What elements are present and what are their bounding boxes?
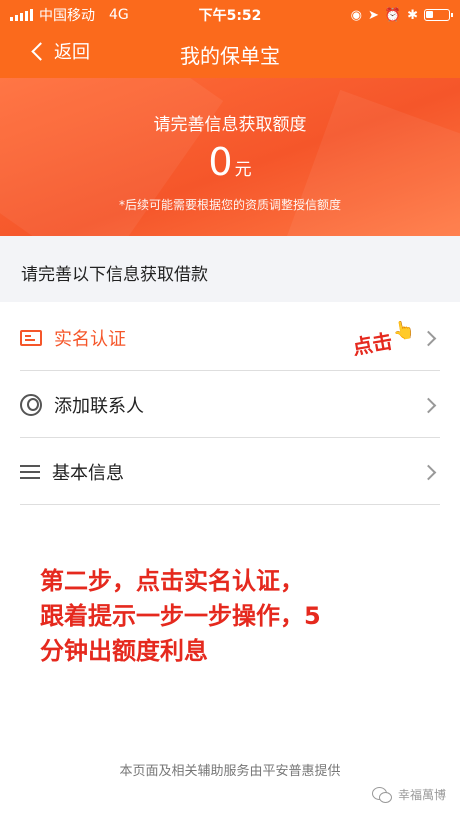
chevron-right-icon <box>420 397 437 413</box>
carrier-label: 中国移动 <box>39 8 95 24</box>
status-right: ◉ ➤ ⏰ ✱ <box>350 7 453 23</box>
pointing-hand-icon: 👆 <box>390 318 417 344</box>
chevron-right-icon <box>420 464 437 480</box>
bluetooth-icon: ✱ <box>407 7 418 23</box>
location-icon: ➤ <box>368 7 379 23</box>
status-bar: 中国移动 4G 下午5:52 ◉ ➤ ⏰ ✱ <box>0 0 460 30</box>
instruction-line: 跟着提示一步一步操作，5 <box>40 602 321 630</box>
alarm-icon: ⏰ <box>384 7 402 23</box>
id-card-icon <box>20 330 42 346</box>
list-item-basic-info[interactable]: 基本信息 <box>0 439 460 505</box>
instruction-line: 第二步，点击实名认证， <box>40 567 304 595</box>
signal-icon <box>10 9 33 21</box>
nav-bar: 返回 我的保单宝 <box>0 30 460 78</box>
divider <box>20 504 440 505</box>
list-item-label: 添加联系人 <box>54 396 144 417</box>
wechat-icon <box>372 786 392 803</box>
watermark-text: 幸福萬博 <box>398 788 447 802</box>
status-left: 中国移动 4G <box>10 5 129 25</box>
watermark: 幸福萬博 <box>372 786 446 803</box>
section-header: 请完善以下信息获取借款 <box>0 236 460 302</box>
amount-value: 0 <box>208 140 233 184</box>
list-item-contacts[interactable]: 添加联系人 <box>0 372 460 438</box>
network-label: 4G <box>109 7 129 23</box>
list-item-label: 基本信息 <box>52 463 124 484</box>
credit-hero: 请完善信息获取额度 0元 *后续可能需要根据您的资质调整授信额度 <box>0 78 460 236</box>
contact-icon <box>20 394 42 416</box>
divider <box>20 437 440 438</box>
battery-icon <box>424 9 453 21</box>
instruction-line: 分钟出额度利息 <box>40 637 208 665</box>
hero-note: *后续可能需要根据您的资质调整授信额度 <box>118 198 341 212</box>
rotation-lock-icon: ◉ <box>350 7 362 23</box>
amount-unit: 元 <box>234 160 252 180</box>
list-item-label: 实名认证 <box>54 329 126 350</box>
instruction-text: 第二步，点击实名认证， 跟着提示一步一步操作，5 分钟出额度利息 <box>40 564 420 669</box>
chevron-right-icon <box>420 330 437 346</box>
hero-subtitle: 请完善信息获取额度 <box>153 115 307 135</box>
divider <box>20 370 440 371</box>
page-title: 我的保单宝 <box>180 44 280 68</box>
footer-note: 本页面及相关辅助服务由平安普惠提供 <box>119 764 341 779</box>
credit-amount: 0元 <box>0 140 460 184</box>
menu-icon <box>20 465 40 479</box>
